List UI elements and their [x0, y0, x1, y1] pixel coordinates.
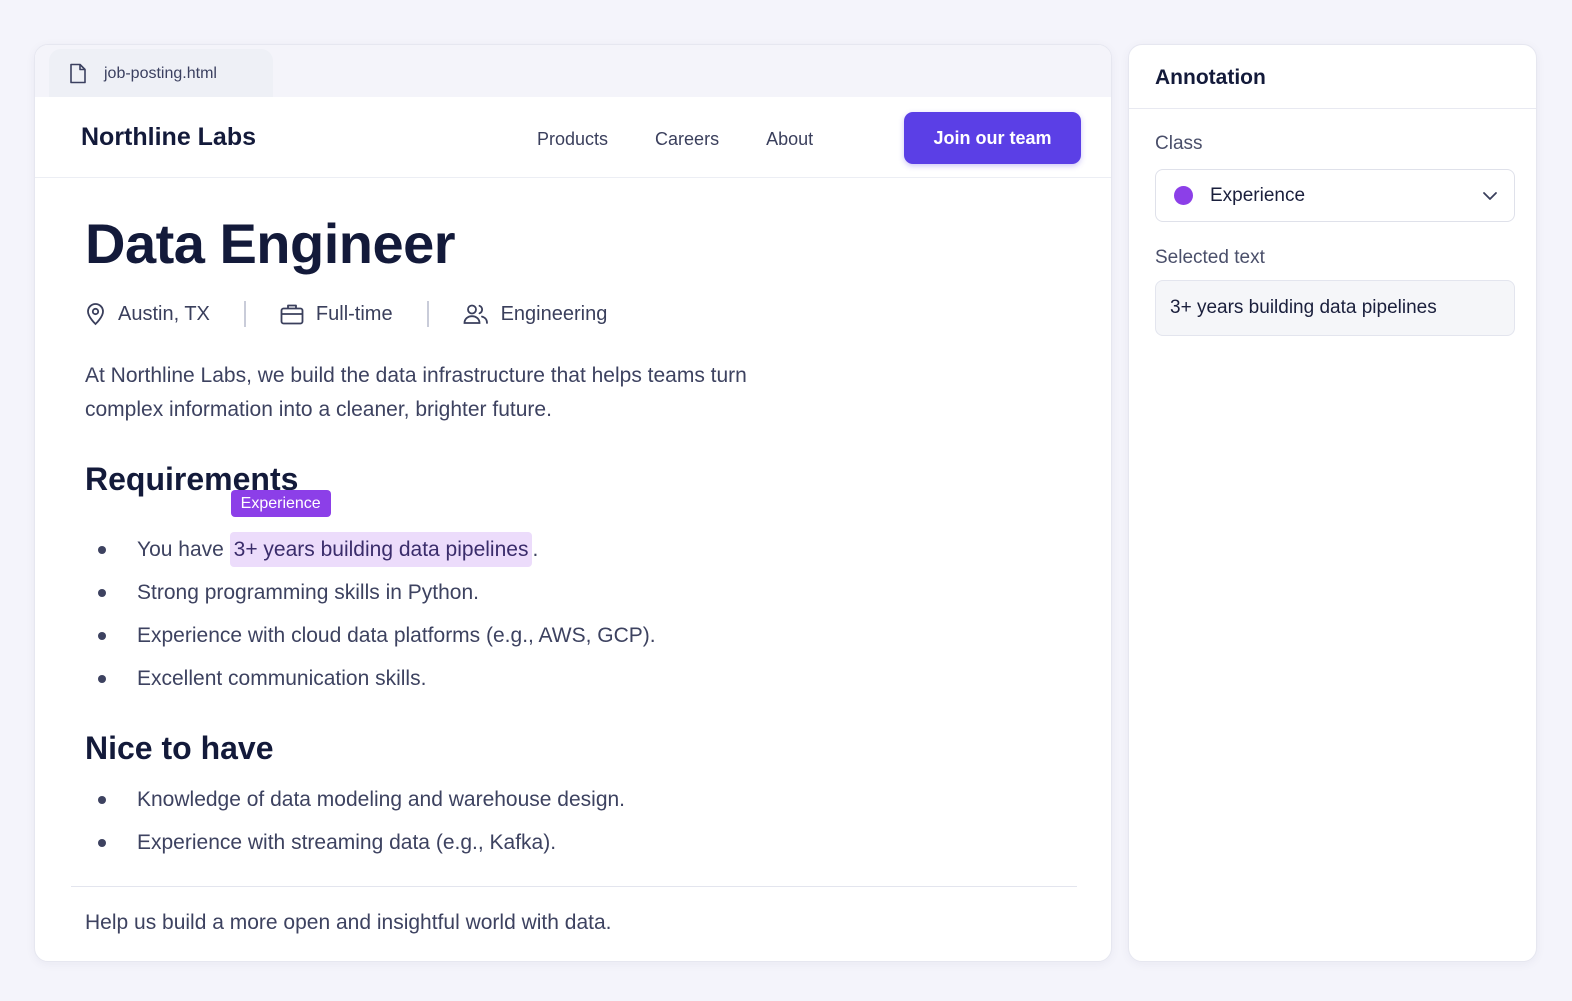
- nav-link-careers[interactable]: Careers: [655, 129, 719, 150]
- meta-divider: [243, 301, 246, 327]
- job-intro: At Northline Labs, we build the data inf…: [85, 364, 747, 421]
- job-content: Data Engineer Austin, TX Full-time Engin…: [85, 211, 1065, 864]
- nav-link-products[interactable]: Products: [537, 129, 608, 150]
- list-item-suffix: .: [532, 538, 539, 561]
- meta-department: Engineering: [463, 302, 608, 326]
- nice-to-have-list: Knowledge of data modeling and warehouse…: [85, 778, 1065, 864]
- annotation-tag[interactable]: Experience: [230, 490, 331, 517]
- bullet: [98, 675, 106, 683]
- meta-employment: Full-time: [280, 303, 393, 326]
- bullet: [98, 589, 106, 597]
- meta-location: Austin, TX: [85, 302, 210, 326]
- location-pin-icon: [87, 303, 104, 326]
- list-item: Experience with cloud data platforms (e.…: [85, 614, 1065, 657]
- class-select[interactable]: Experience: [1155, 169, 1515, 222]
- class-value: Experience: [1210, 184, 1306, 206]
- list-item: Experience with streaming data (e.g., Ka…: [85, 821, 1065, 864]
- file-tab[interactable]: job-posting.html: [49, 49, 273, 98]
- meta-divider: [426, 301, 429, 327]
- list-item: Knowledge of data modeling and warehouse…: [85, 778, 1065, 821]
- file-icon: [69, 63, 89, 85]
- requirements-list: You have Experience 3+ years building dat…: [85, 490, 1065, 700]
- list-item-text: Excellent communication skills.: [137, 667, 427, 690]
- meta-location-text: Austin, TX: [118, 302, 210, 325]
- list-item-text: Experience with cloud data platforms (e.…: [137, 624, 656, 647]
- site-navbar: Northline Labs Products Careers About Jo…: [35, 97, 1111, 178]
- briefcase-icon: [280, 304, 304, 325]
- list-item-text: Experience with streaming data (e.g., Ka…: [137, 831, 557, 854]
- footer-divider: [71, 886, 1077, 887]
- selected-text-value: 3+ years building data pipelines: [1170, 297, 1437, 318]
- highlighted-span[interactable]: Experience 3+ years building data pipelin…: [229, 490, 533, 567]
- bullet: [98, 839, 106, 847]
- annotation-panel: Annotation Class Experience Selected tex…: [1128, 44, 1537, 962]
- bullet: [98, 796, 106, 804]
- users-icon: [463, 304, 488, 324]
- chevron-down-icon: [1482, 191, 1498, 201]
- list-item-text: Strong programming skills in Python.: [137, 581, 479, 604]
- nav-link-about[interactable]: About: [766, 129, 813, 150]
- annotation-title: Annotation: [1155, 66, 1266, 89]
- list-item: Excellent communication skills.: [85, 657, 1065, 700]
- class-label: Class: [1155, 133, 1203, 154]
- bullet: [98, 632, 106, 640]
- bullet: [98, 546, 106, 554]
- brand-logo[interactable]: Northline Labs: [81, 123, 256, 152]
- job-title: Data Engineer: [85, 212, 456, 275]
- selected-text-label: Selected text: [1155, 247, 1265, 268]
- footer-text: Help us build a more open and insightful…: [85, 911, 612, 934]
- tab-strip: job-posting.html: [35, 45, 1111, 98]
- file-tab-name: job-posting.html: [104, 64, 217, 82]
- nice-to-have-heading: Nice to have: [85, 730, 274, 766]
- meta-employment-text: Full-time: [315, 302, 393, 325]
- selected-text-field[interactable]: 3+ years building data pipelines: [1155, 280, 1515, 336]
- list-item: You have Experience 3+ years building dat…: [85, 490, 1065, 571]
- class-color-dot: [1174, 186, 1193, 205]
- list-item: Strong programming skills in Python.: [85, 571, 1065, 614]
- nav-links: Products Careers About: [537, 129, 860, 150]
- job-meta: Austin, TX Full-time Engineering: [85, 299, 1065, 329]
- highlight-text: 3+ years building data pipelines: [233, 538, 529, 561]
- list-item-text: Knowledge of data modeling and warehouse…: [137, 788, 626, 811]
- meta-department-text: Engineering: [500, 302, 608, 325]
- list-item-prefix: You have: [137, 538, 230, 561]
- join-team-button[interactable]: Join our team: [904, 112, 1081, 164]
- document-panel: job-posting.html Northline Labs Products…: [34, 44, 1112, 962]
